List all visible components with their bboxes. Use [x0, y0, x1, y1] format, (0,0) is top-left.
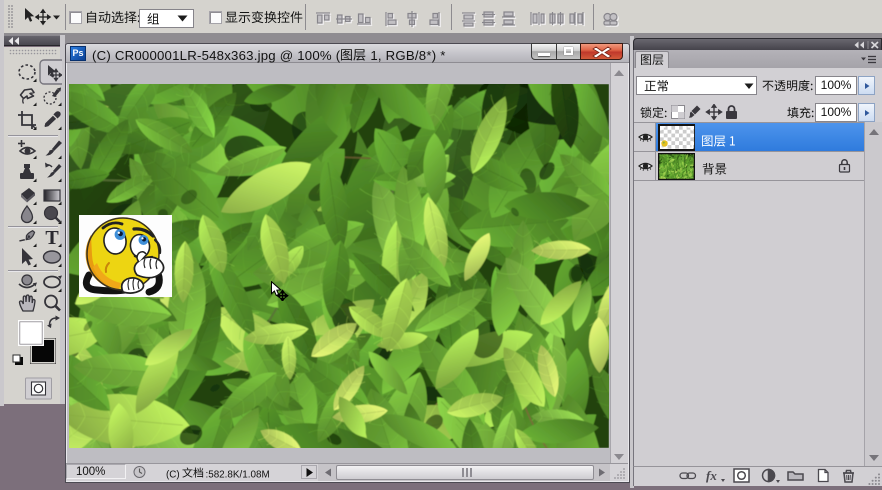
svg-text:T: T: [45, 227, 59, 249]
svg-text:fx: fx: [706, 468, 717, 483]
